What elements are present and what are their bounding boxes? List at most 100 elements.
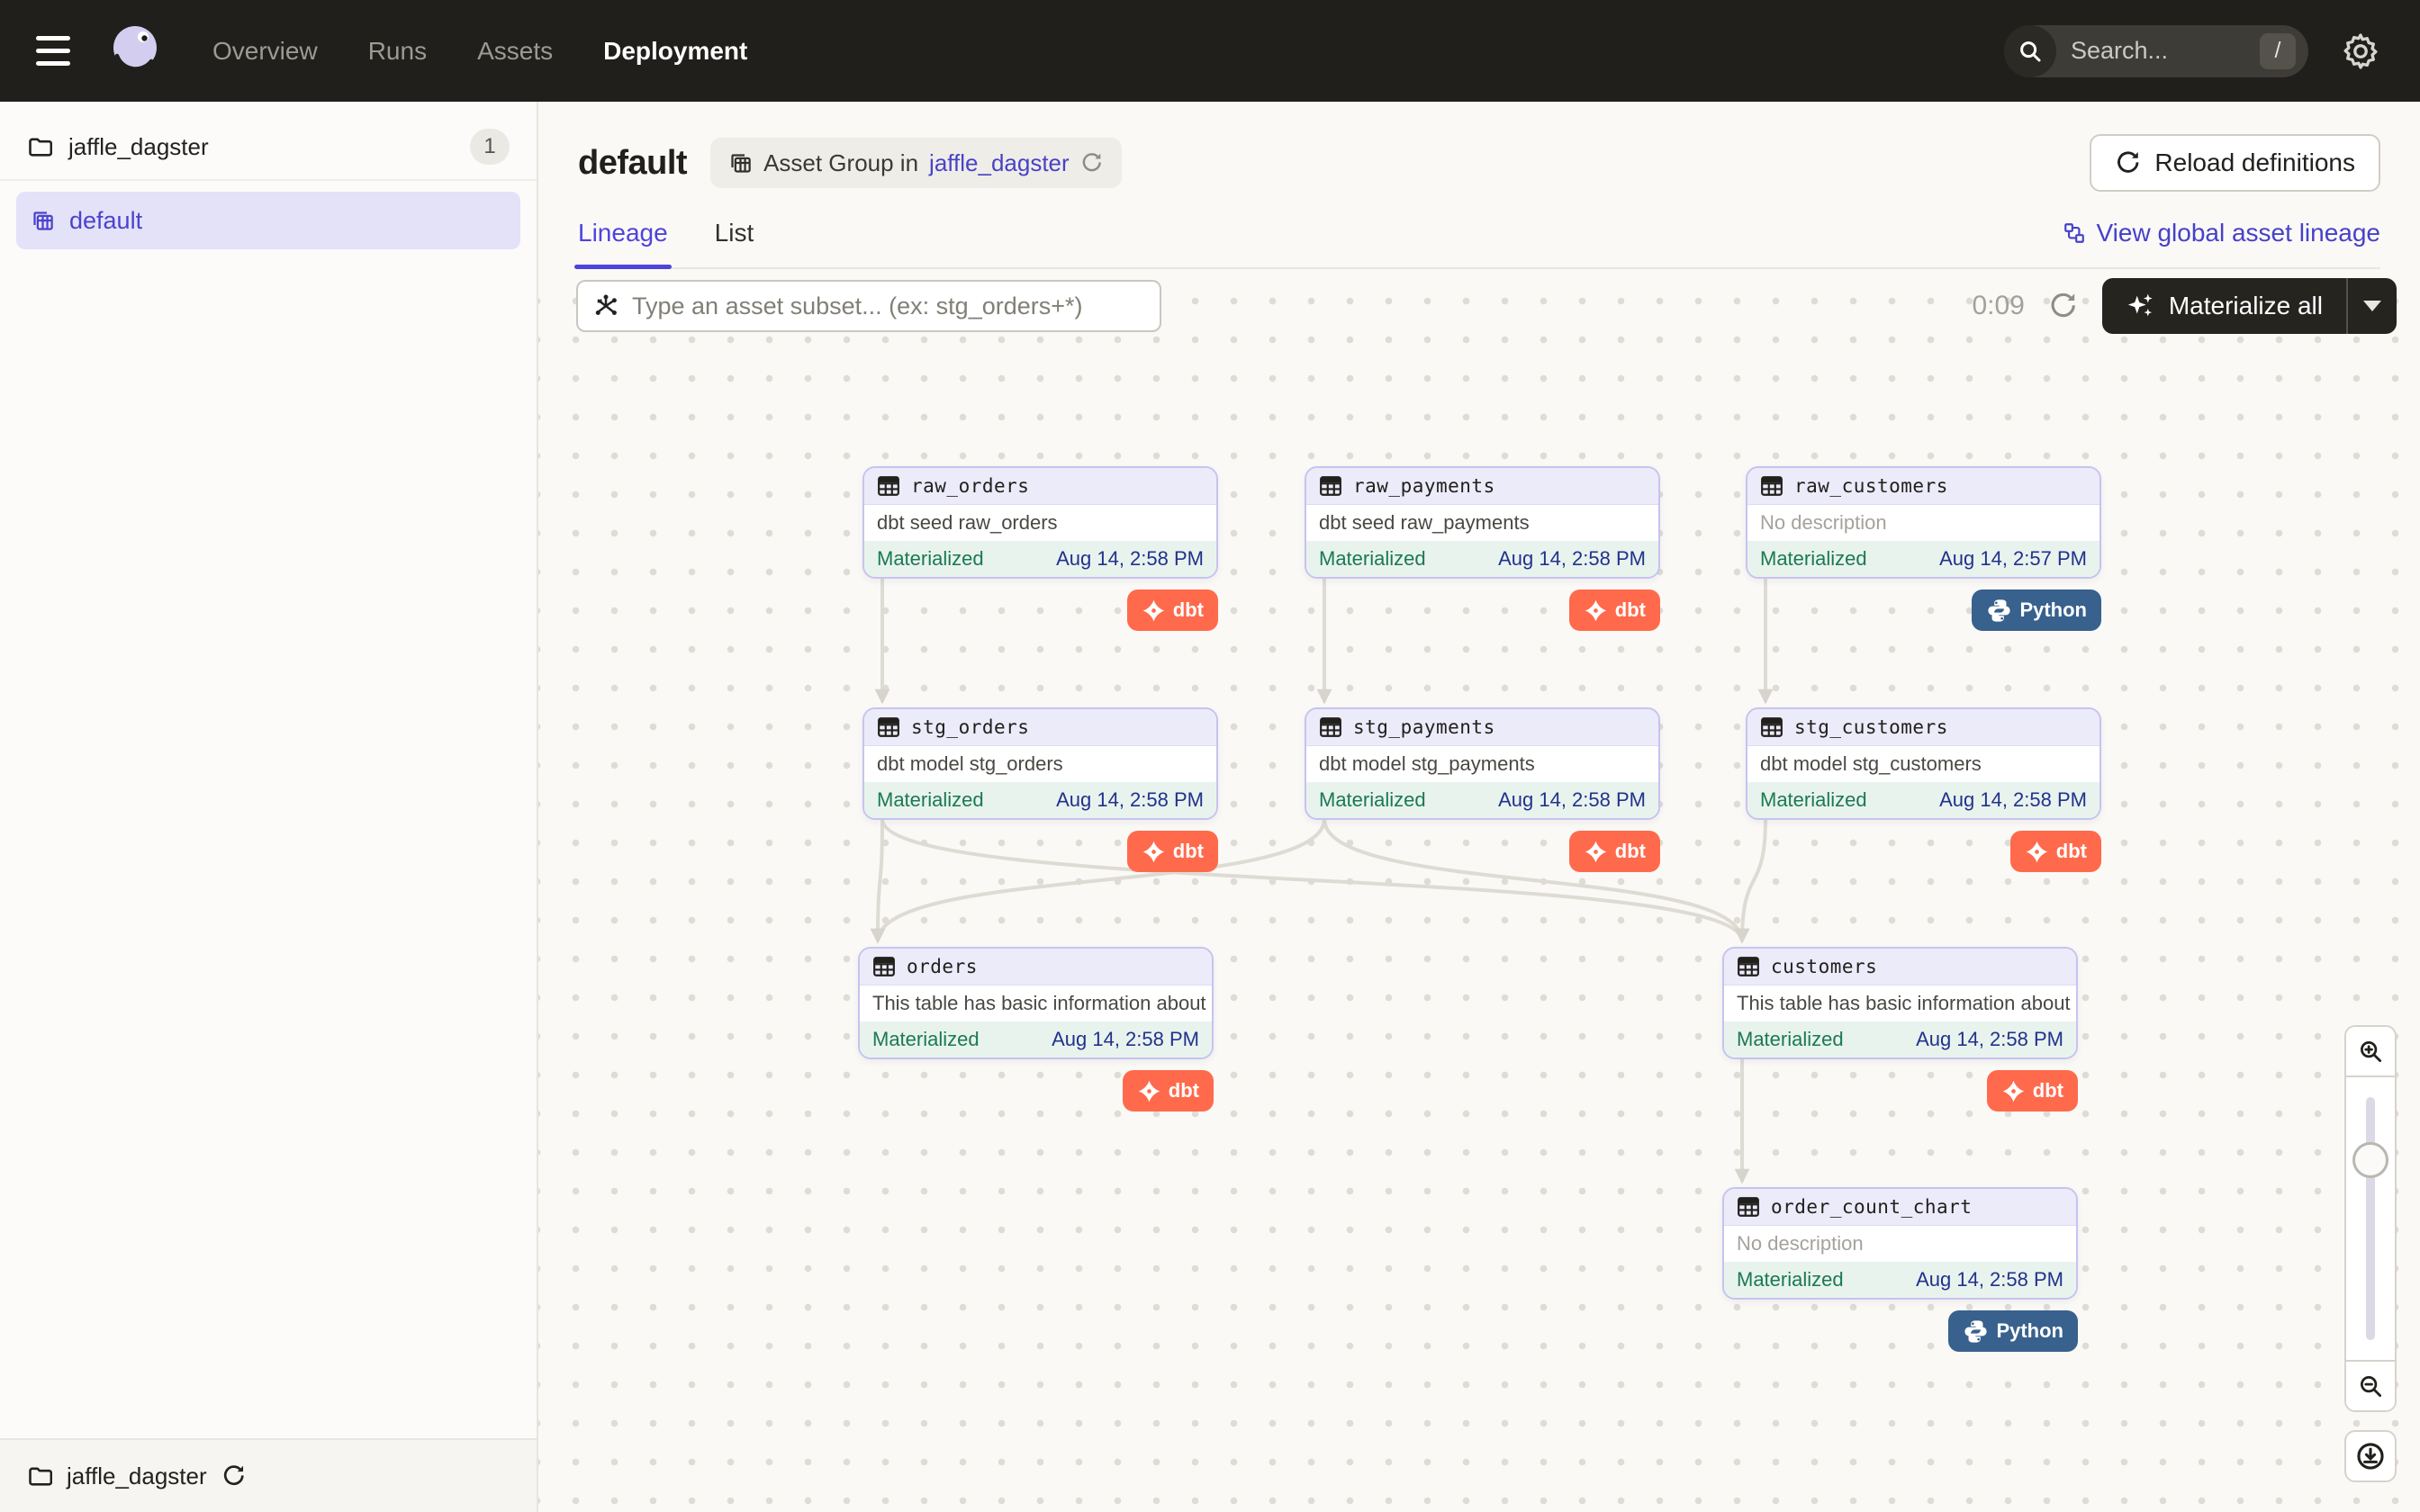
asset-node-customers[interactable]: customers This table has basic informatio…: [1722, 947, 2078, 1112]
materialized-timestamp[interactable]: Aug 14, 2:58 PM: [1498, 788, 1646, 812]
asset-node-raw_customers[interactable]: raw_customers No descriptionMaterializedA…: [1746, 466, 2101, 631]
asset-node-stg_customers[interactable]: stg_customersdbt model stg_customers Mate…: [1746, 707, 2101, 872]
asset-group-icon: [31, 209, 55, 233]
asset-node-order_count_chart[interactable]: order_count_chartNo descriptionMateriali…: [1722, 1187, 2078, 1352]
asset-description: dbt seed raw_orders: [864, 505, 1216, 541]
asset-subset-filter[interactable]: [576, 280, 1161, 332]
sidebar-item-jaffle-dagster[interactable]: jaffle_dagster 1: [0, 114, 537, 181]
reload-definitions-label: Reload definitions: [2154, 148, 2355, 177]
asset-card-footer: MaterializedAug 14, 2:57 PM: [1747, 541, 2099, 577]
sidebar-item-label: jaffle_dagster: [68, 133, 209, 161]
tab-list[interactable]: List: [715, 219, 754, 267]
zoom-slider-handle[interactable]: [2352, 1142, 2388, 1178]
lineage-graph[interactable]: 0:09 Materialize all: [538, 269, 2420, 1512]
top-nav: Overview Runs Assets Deployment /: [0, 0, 2420, 102]
sparkle-icon: [2126, 291, 2156, 321]
nav-overview[interactable]: Overview: [212, 37, 318, 66]
dbt-icon: [2025, 840, 2049, 864]
tab-lineage[interactable]: Lineage: [578, 219, 668, 267]
asset-name: customers: [1771, 956, 1877, 977]
asset-card[interactable]: ordersThis table has basic information a…: [858, 947, 1214, 1059]
materialized-timestamp[interactable]: Aug 14, 2:58 PM: [1916, 1268, 2063, 1292]
dbt-badge: dbt: [1569, 831, 1660, 872]
download-icon: [2355, 1441, 2386, 1472]
refresh-icon[interactable]: [1080, 151, 1104, 175]
refresh-graph-icon[interactable]: [2048, 291, 2079, 321]
asset-card[interactable]: customers This table has basic informatio…: [1722, 947, 2078, 1059]
asset-description: This table has basic information about .…: [860, 986, 1212, 1022]
reload-definitions-button[interactable]: Reload definitions: [2090, 134, 2380, 192]
global-search[interactable]: /: [2004, 25, 2308, 77]
lineage-edges: [538, 269, 2420, 1500]
code-location-footer[interactable]: jaffle_dagster: [0, 1438, 537, 1512]
asset-node-stg_payments[interactable]: stg_paymentsdbt model stg_paymentsMateri…: [1305, 707, 1660, 872]
materialized-status: Materialized: [1760, 788, 1867, 812]
workspace-link[interactable]: jaffle_dagster: [929, 149, 1070, 177]
asset-card[interactable]: stg_paymentsdbt model stg_paymentsMateri…: [1305, 707, 1660, 820]
materialized-timestamp[interactable]: Aug 14, 2:57 PM: [1939, 547, 2087, 571]
asset-description: dbt model stg_payments: [1306, 746, 1658, 782]
asset-name: raw_customers: [1794, 475, 1948, 497]
asset-card[interactable]: raw_paymentsdbt seed raw_paymentsMateria…: [1305, 466, 1660, 579]
dbt-badge: dbt: [2010, 831, 2101, 872]
nav-assets[interactable]: Assets: [477, 37, 553, 66]
asset-description: This table has basic information about .…: [1724, 986, 2076, 1022]
asset-card[interactable]: order_count_chartNo descriptionMateriali…: [1722, 1187, 2078, 1300]
dbt-badge-label: dbt: [2033, 1079, 2063, 1102]
zoom-slider[interactable]: [2346, 1077, 2395, 1360]
asset-card-footer: Materialized Aug 14, 2:58 PM: [1724, 1262, 2076, 1298]
table-icon: [1319, 474, 1342, 498]
nav-deployment[interactable]: Deployment: [603, 37, 747, 66]
materialized-timestamp[interactable]: Aug 14, 2:58 PM: [1056, 788, 1204, 812]
asset-subset-input[interactable]: [632, 292, 1145, 320]
asset-card-header: raw_payments: [1306, 468, 1658, 505]
materialized-status: Materialized: [1737, 1268, 1844, 1292]
asset-card[interactable]: stg_ordersdbt model stg_ordersMaterializ…: [862, 707, 1218, 820]
zoom-out-button[interactable]: [2346, 1360, 2395, 1410]
asset-name: stg_payments: [1353, 716, 1495, 738]
global-lineage-label: View global asset lineage: [2097, 219, 2380, 248]
search-input[interactable]: [2071, 37, 2224, 65]
materialize-options-caret[interactable]: [2348, 278, 2397, 334]
nav-runs[interactable]: Runs: [368, 37, 427, 66]
asset-node-stg_orders[interactable]: stg_ordersdbt model stg_ordersMaterializ…: [862, 707, 1218, 872]
zoom-in-button[interactable]: [2346, 1027, 2395, 1077]
python-badge: Python: [1972, 590, 2101, 631]
table-icon: [1760, 716, 1783, 739]
asset-card-header: stg_customers: [1747, 709, 2099, 746]
reload-location-icon[interactable]: [221, 1463, 247, 1489]
materialized-timestamp[interactable]: Aug 14, 2:58 PM: [1939, 788, 2087, 812]
dbt-icon: [1142, 840, 1166, 864]
download-graph-button[interactable]: [2344, 1430, 2397, 1482]
materialized-timestamp[interactable]: Aug 14, 2:58 PM: [1052, 1028, 1199, 1051]
table-icon: [877, 474, 900, 498]
folder-icon: [27, 134, 52, 159]
asset-description: No description: [1747, 505, 2099, 541]
asset-description: dbt model stg_customers: [1747, 746, 2099, 782]
asset-name: stg_orders: [911, 716, 1029, 738]
python-icon: [1986, 598, 2012, 624]
asset-name: raw_orders: [911, 475, 1029, 497]
asset-card[interactable]: stg_customersdbt model stg_customers Mate…: [1746, 707, 2101, 820]
materialized-timestamp[interactable]: Aug 14, 2:58 PM: [1498, 547, 1646, 571]
asset-name: raw_payments: [1353, 475, 1495, 497]
asset-node-orders[interactable]: ordersThis table has basic information a…: [858, 947, 1214, 1112]
dbt-badge: dbt: [1127, 590, 1218, 631]
materialize-all-button[interactable]: Materialize all: [2102, 278, 2397, 334]
dagster-logo[interactable]: [106, 22, 166, 81]
materialized-timestamp[interactable]: Aug 14, 2:58 PM: [1056, 547, 1204, 571]
settings-gear-icon[interactable]: [2341, 32, 2380, 71]
asset-node-raw_orders[interactable]: raw_ordersdbt seed raw_ordersMaterialize…: [862, 466, 1218, 631]
asset-card-footer: MaterializedAug 14, 2:58 PM: [1306, 782, 1658, 818]
asset-card[interactable]: raw_customers No descriptionMaterializedA…: [1746, 466, 2101, 579]
asset-card[interactable]: raw_ordersdbt seed raw_ordersMaterialize…: [862, 466, 1218, 579]
hamburger-menu-icon[interactable]: [36, 33, 76, 69]
asset-node-raw_payments[interactable]: raw_paymentsdbt seed raw_paymentsMateria…: [1305, 466, 1660, 631]
asset-card-header: customers: [1724, 949, 2076, 986]
sidebar-item-default[interactable]: default: [16, 192, 520, 249]
view-global-asset-lineage-link[interactable]: View global asset lineage: [2063, 219, 2380, 267]
materialized-timestamp[interactable]: Aug 14, 2:58 PM: [1916, 1028, 2063, 1051]
zoom-slider-track[interactable]: [2366, 1097, 2375, 1340]
dbt-badge-label: dbt: [1615, 598, 1646, 622]
dbt-badge-label: dbt: [2056, 840, 2087, 863]
